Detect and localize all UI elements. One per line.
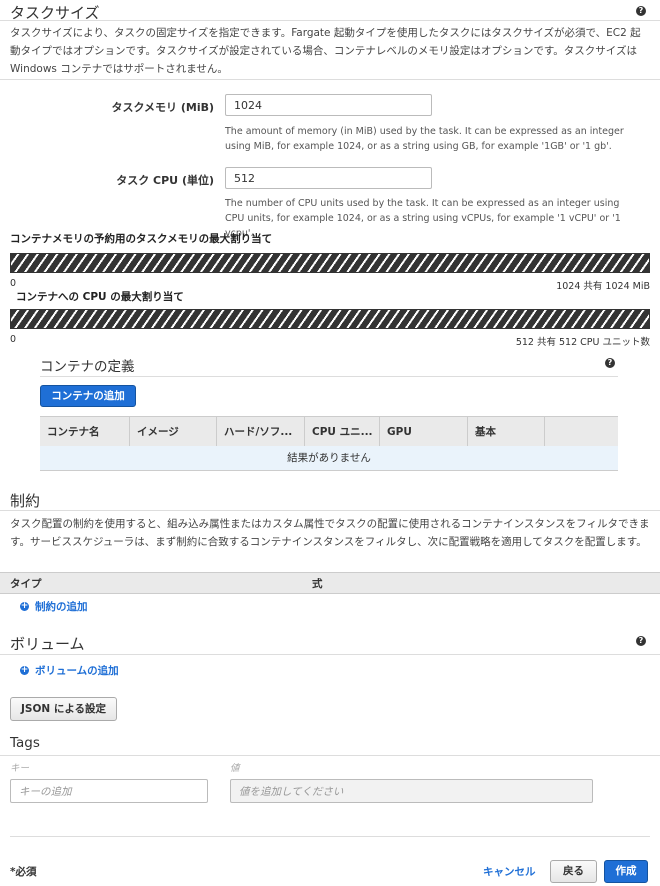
col-type: タイプ bbox=[10, 578, 42, 590]
col-extra bbox=[545, 417, 618, 447]
help-icon[interactable]: ? bbox=[636, 636, 646, 646]
constraints-table-header: タイプ 式 bbox=[0, 572, 660, 594]
memory-bar-min: 0 bbox=[10, 278, 17, 289]
tag-value-label: 値 bbox=[230, 763, 240, 774]
col-hard-soft[interactable]: ハード/ソフ... bbox=[217, 417, 305, 447]
add-constraint-link[interactable]: 制約の追加 bbox=[35, 599, 88, 614]
divider bbox=[10, 836, 650, 837]
divider bbox=[0, 755, 660, 756]
col-essential[interactable]: 基本 bbox=[468, 417, 545, 447]
plus-icon: + bbox=[20, 665, 29, 675]
help-icon[interactable]: ? bbox=[636, 6, 646, 16]
tag-key-label: キー bbox=[10, 763, 30, 774]
constraints-description: タスク配置の制約を使用すると、組み込み属性またはカスタム属性でタスクの配置に使用… bbox=[10, 518, 650, 548]
divider bbox=[40, 376, 618, 377]
task-memory-label: タスクメモリ (MiB) bbox=[111, 101, 214, 114]
memory-allocation-bar[interactable] bbox=[10, 253, 650, 273]
divider bbox=[0, 654, 660, 655]
tag-value-input[interactable]: 値を追加してください bbox=[230, 779, 593, 803]
back-button[interactable]: 戻る bbox=[550, 860, 597, 883]
required-note: *必須 bbox=[10, 866, 37, 878]
empty-results: 結果がありません bbox=[40, 446, 618, 471]
divider bbox=[0, 20, 660, 21]
cancel-button[interactable]: キャンセル bbox=[483, 864, 536, 879]
cpu-allocation-bar[interactable] bbox=[10, 309, 650, 329]
create-button[interactable]: 作成 bbox=[604, 860, 648, 883]
col-cpu-units[interactable]: CPU ユニ... bbox=[305, 417, 380, 447]
add-container-button[interactable]: コンテナの追加 bbox=[40, 385, 136, 407]
tags-title: Tags bbox=[10, 735, 40, 751]
divider bbox=[0, 510, 660, 511]
tag-key-input[interactable]: キーの追加 bbox=[10, 779, 208, 803]
task-size-description: タスクサイズにより、タスクの固定サイズを指定できます。Fargate 起動タイプ… bbox=[10, 27, 641, 75]
memory-bar-label: コンテナメモリの予約用のタスクメモリの最大割り当て bbox=[10, 233, 273, 245]
container-definitions-title: コンテナの定義 bbox=[40, 359, 135, 375]
containers-table-header: コンテナ名 イメージ ハード/ソフ... CPU ユニ... GPU 基本 bbox=[40, 416, 618, 447]
plus-icon: + bbox=[20, 601, 29, 611]
col-gpu[interactable]: GPU bbox=[380, 417, 468, 447]
task-cpu-hint: The number of CPU units used by the task… bbox=[225, 198, 621, 239]
col-expression: 式 bbox=[312, 578, 323, 590]
cpu-bar-label: コンテナへの CPU の最大割り当て bbox=[16, 291, 184, 303]
col-container-name[interactable]: コンテナ名 bbox=[40, 417, 130, 447]
cpu-bar-max: 512 共有 512 CPU ユニット数 bbox=[515, 337, 650, 348]
help-icon[interactable]: ? bbox=[605, 358, 615, 368]
task-cpu-input[interactable]: 512 bbox=[225, 167, 432, 189]
cpu-bar-min: 0 bbox=[10, 334, 17, 345]
constraints-title: 制約 bbox=[10, 492, 41, 510]
col-image[interactable]: イメージ bbox=[130, 417, 217, 447]
task-memory-hint: The amount of memory (in MiB) used by th… bbox=[225, 126, 624, 152]
memory-bar-max: 1024 共有 1024 MiB bbox=[556, 281, 650, 292]
divider bbox=[0, 79, 660, 80]
add-volume-link[interactable]: ボリュームの追加 bbox=[35, 663, 119, 678]
configure-json-button[interactable]: JSON による設定 bbox=[10, 697, 117, 721]
task-memory-input[interactable]: 1024 bbox=[225, 94, 432, 116]
task-cpu-label: タスク CPU (単位) bbox=[116, 174, 214, 187]
volumes-title: ボリューム bbox=[10, 635, 85, 653]
